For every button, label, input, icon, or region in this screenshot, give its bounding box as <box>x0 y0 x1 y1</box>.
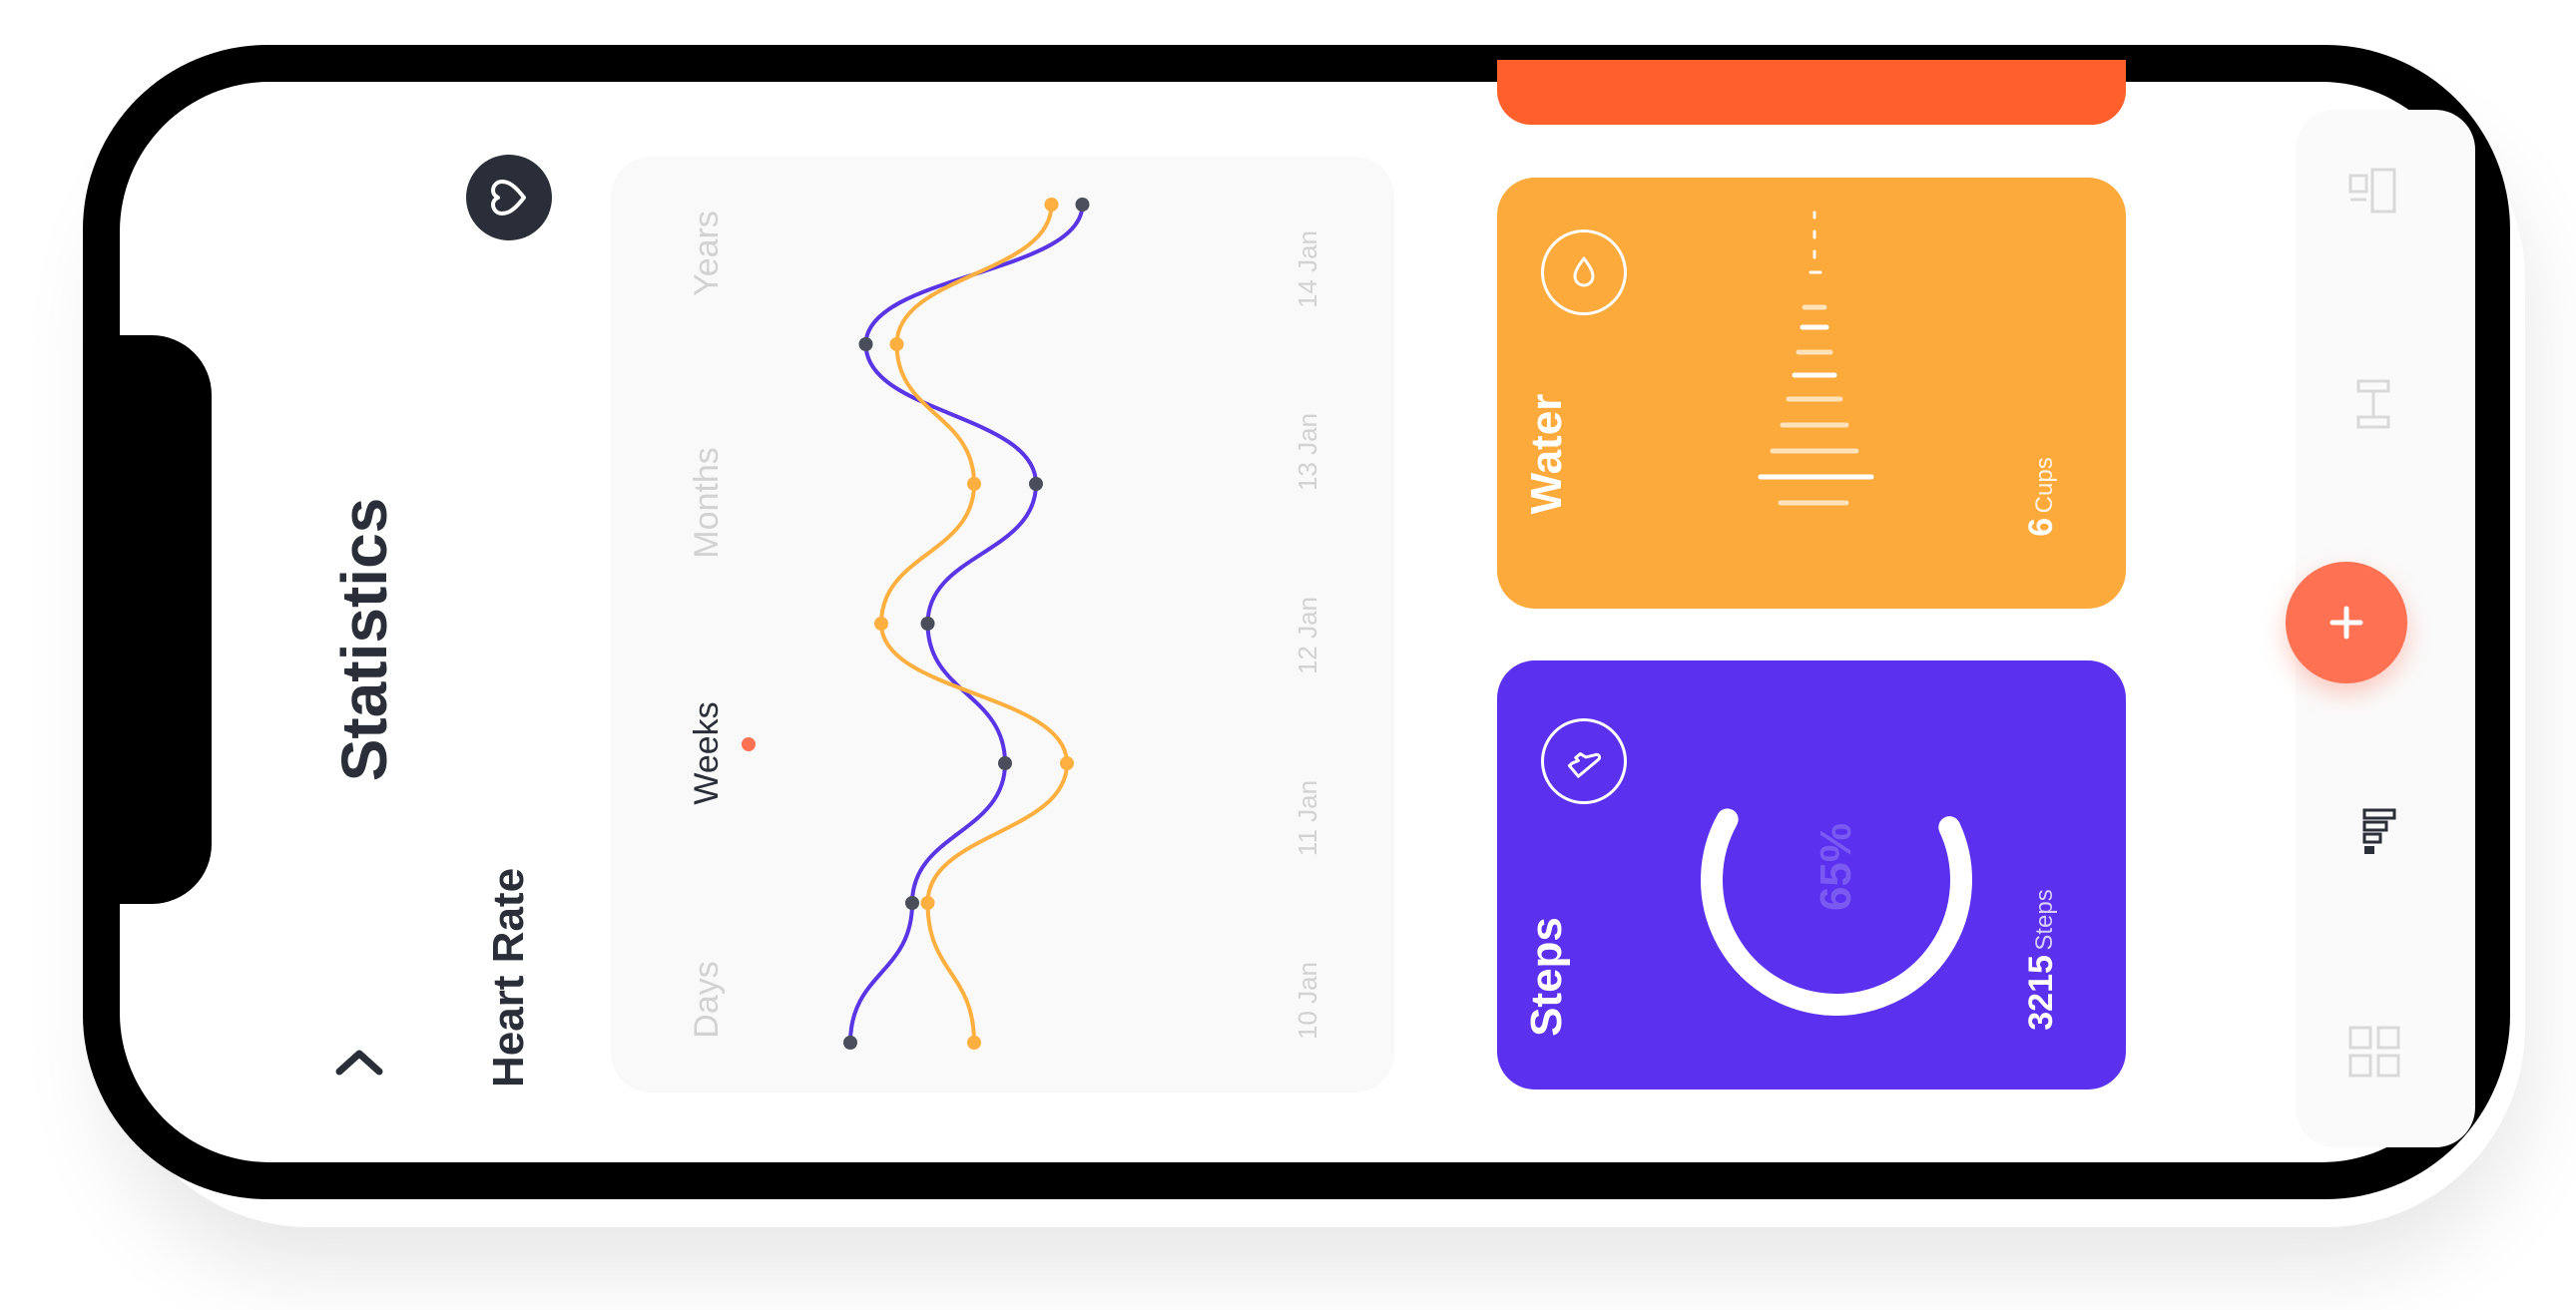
steps-unit: Steps <box>2031 889 2058 951</box>
water-unit: Cups <box>2031 457 2058 514</box>
steps-card[interactable]: Steps 65% 3215 Steps <box>1497 660 2126 1090</box>
series-line-1 <box>878 204 1070 1044</box>
steps-count: 3215 Steps <box>2011 865 2071 1055</box>
steps-title: Steps <box>1522 917 1571 1037</box>
water-count: 6 Cups <box>2011 427 2071 567</box>
series-1-point-1 <box>920 896 935 910</box>
steps-percent: 65% <box>1811 822 1860 912</box>
plus-icon <box>2329 606 2363 640</box>
chevron-left-icon <box>335 1050 383 1076</box>
dumbbell-icon <box>2356 379 2390 429</box>
series-0-point-4 <box>1029 477 1043 491</box>
x-tick-label: 10 Jan <box>1292 961 1322 1041</box>
series-0-point-5 <box>858 337 873 351</box>
shoe-icon <box>1567 752 1602 778</box>
water-card[interactable]: Water 6 Cups <box>1497 178 2126 609</box>
nav-statistics[interactable] <box>2340 798 2410 868</box>
bar-chart-icon <box>2362 808 2396 854</box>
heart-icon <box>491 180 526 216</box>
series-0-point-2 <box>998 756 1012 770</box>
phone-notch <box>120 335 212 904</box>
x-tick-label: 14 Jan <box>1292 229 1322 309</box>
nav-profile[interactable] <box>2340 160 2410 229</box>
page-subtitle: Heart Rate <box>484 867 533 1089</box>
series-1-point-6 <box>1044 198 1059 212</box>
series-1-point-0 <box>967 1036 981 1050</box>
back-button[interactable] <box>331 1038 387 1093</box>
series-1-point-4 <box>967 477 981 491</box>
grid-icon <box>2348 1026 2400 1078</box>
steps-value: 3215 <box>2022 955 2060 1031</box>
x-tick-label: 12 Jan <box>1292 596 1322 674</box>
series-1-point-5 <box>889 337 904 351</box>
water-value: 6 <box>2022 517 2060 537</box>
top-card[interactable] <box>1497 60 2126 125</box>
page-title: Statistics <box>328 497 400 782</box>
x-tick-label: 13 Jan <box>1292 413 1322 492</box>
series-0-point-0 <box>843 1036 857 1050</box>
series-0-point-1 <box>905 896 919 910</box>
tab-years[interactable]: Years <box>685 174 729 333</box>
series-1-point-3 <box>874 617 888 631</box>
series-0-point-3 <box>920 617 935 631</box>
nav-dashboard[interactable] <box>2340 1018 2410 1088</box>
tab-days[interactable]: Days <box>685 920 729 1080</box>
water-title: Water <box>1522 393 1571 515</box>
x-tick-label: 11 Jan <box>1292 779 1322 856</box>
drop-icon <box>1573 256 1595 287</box>
heart-rate-chart <box>843 198 1090 1050</box>
nav-workout[interactable] <box>2340 369 2410 439</box>
series-1-point-2 <box>1060 756 1074 770</box>
heart-button[interactable] <box>466 155 552 240</box>
series-0-point-6 <box>1075 198 1090 212</box>
steps-icon-circle <box>1541 718 1627 804</box>
water-level <box>1717 208 1916 587</box>
active-tab-dot <box>742 737 756 751</box>
add-button[interactable] <box>2286 562 2407 683</box>
water-icon-circle <box>1541 229 1627 315</box>
tab-weeks[interactable]: Weeks <box>685 673 729 833</box>
profile-icon <box>2348 168 2396 214</box>
tab-months[interactable]: Months <box>685 423 729 583</box>
